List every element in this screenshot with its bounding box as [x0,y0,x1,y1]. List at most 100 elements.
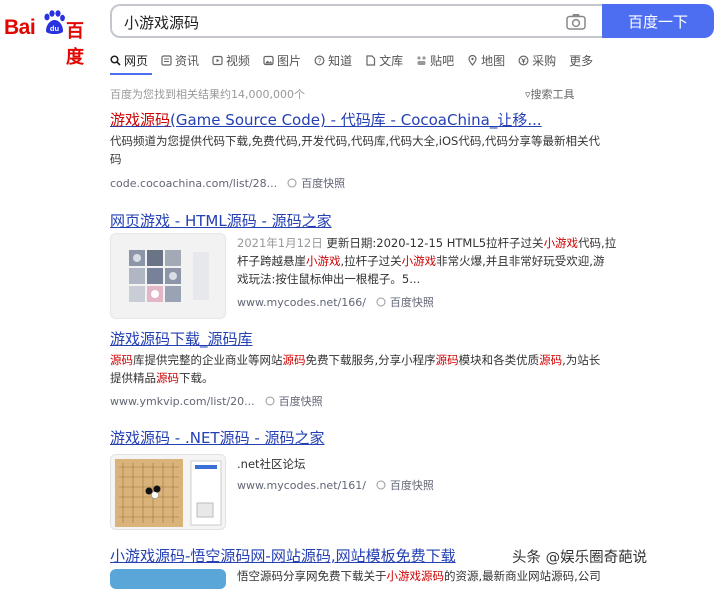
desc-highlight: 小游戏 [306,254,341,268]
result-url[interactable]: www.mycodes.net/161/ [237,479,366,492]
desc-highlight: 源码 [156,371,179,385]
desc-line: 源码库提供完整的企业商业等网站源码免费下载服务,分享小程序源码模块和各类优质源码… [110,351,610,369]
snapshot-link[interactable]: 百度快照 [287,175,345,191]
tab-zhidao[interactable]: ? 知道 [314,50,352,70]
snapshot-label: 百度快照 [389,479,434,492]
desc-line: 2021年1月12日 更新日期:2020-12-15 HTML5拉杆子过关小游戏… [237,234,616,252]
desc-highlight: 小游戏 [543,236,579,250]
desc-text: 模块和各类优质 [458,353,540,367]
result-thumbnail[interactable] [110,454,226,530]
desc-highlight: 源码 [282,353,306,367]
desc-text: 免费下载服务,分享小程序 [305,353,436,367]
video-icon [212,55,223,65]
tab-label: 更多 [569,53,594,68]
tab-more[interactable]: 更多 [569,50,593,70]
search-input[interactable]: 小游戏源码 [110,4,602,38]
result-title[interactable]: 游戏源码(Game Source Code) - 代码库 - CocoaChin… [110,109,542,130]
desc-line: 戏玩法:按住鼠标伸出一根棍子。5... [237,272,421,286]
search-tabs: 网页 资讯 视频 图片 ? 知道 文库 贴吧 地图 采购 更多 [110,50,606,70]
tab-tieba[interactable]: 贴吧 [416,50,454,70]
result-title[interactable]: 小游戏源码-悟空源码网-网站源码,网站模板免费下载 [110,545,456,566]
desc-highlight: 小游戏 [401,254,437,268]
snapshot-link[interactable]: 百度快照 [376,294,434,310]
desc-text: 代码,拉 [578,236,617,250]
purchase-icon [518,54,529,66]
logo-paw-text: du [50,24,60,33]
snapshot-icon [265,396,275,406]
gomoku-board-thumbnail [115,459,222,527]
map-icon [468,54,477,66]
desc-text: 库提供完整的企业商业等网站 [133,353,283,367]
search-tools-button[interactable]: ▿搜索工具 [525,86,575,102]
baidu-logo[interactable]: Bai du 百度 [4,7,98,68]
result-thumbnail[interactable] [110,233,226,319]
doc-icon [366,54,376,66]
news-icon [161,54,172,66]
tab-map[interactable]: 地图 [467,50,505,70]
result-desc: 悟空源码分享网免费下载关于小游戏源码的资源,最新商业网站源码,公司 [237,567,601,585]
tab-purchase[interactable]: 采购 [518,50,556,70]
result-url[interactable]: www.ymkvip.com/list/20... [110,395,255,408]
title-text: (Game Source Code) - 代码库 - CocoaChina_让移… [170,111,542,129]
puzzle-game-thumbnail [129,250,209,302]
desc-text: ,为站长 [562,353,601,367]
search-icon [110,54,121,66]
desc-text: ,拉杆子过关 [340,254,402,268]
snapshot-icon [376,480,386,490]
result-date: 2021年1月12日 [237,236,323,250]
result-count: 百度为您找到相关结果约14,000,000个 [110,88,305,101]
question-icon: ? [314,54,325,66]
result-desc: .net社区论坛 [237,457,306,471]
desc-highlight: 源码 [435,353,459,367]
tab-label: 采购 [532,53,557,68]
title-highlight: 游戏源码 [110,111,171,129]
logo-text-cn: 百度 [66,21,84,68]
tab-label: 贴吧 [430,53,455,68]
search-query[interactable]: 小游戏源码 [124,12,199,33]
camera-icon[interactable] [566,13,586,30]
result-url-row: www.ymkvip.com/list/20... 百度快照 [110,393,323,409]
result-url-row: www.mycodes.net/161/ 百度快照 [237,477,434,493]
result-title[interactable]: 网页游戏 - HTML源码 - 源码之家 [110,210,332,231]
snapshot-label: 百度快照 [301,177,346,190]
result-thumbnail[interactable] [110,569,226,589]
snapshot-link[interactable]: 百度快照 [376,477,434,493]
tab-wenku[interactable]: 文库 [365,50,403,70]
desc-line: 杆子跨越悬崖小游戏,拉杆子过关小游戏非常火爆,并且非常好玩受欢迎,游 [237,252,607,270]
result-desc: 源码库提供完整的企业商业等网站源码免费下载服务,分享小程序源码模块和各类优质源码… [110,351,610,387]
tab-label: 知道 [328,53,353,68]
result-desc: 2021年1月12日 更新日期:2020-12-15 HTML5拉杆子过关小游戏… [237,234,616,288]
image-icon [263,55,274,65]
tab-label: 地图 [481,53,506,68]
desc-line: 提供精品源码下载。 [110,369,610,387]
logo-text-latin: Bai [4,16,36,39]
desc-text: 更新日期:2020-12-15 HTML5拉杆子过关 [326,236,544,250]
tab-label: 视频 [226,53,251,68]
desc-highlight: 源码 [110,353,133,367]
result-url[interactable]: code.cocoachina.com/list/28... [110,177,277,190]
tab-label: 文库 [379,53,404,68]
tab-label: 图片 [277,53,302,68]
svg-text:?: ? [318,58,322,65]
tab-video[interactable]: 视频 [212,50,250,70]
desc-text: 下载。 [179,371,214,385]
tieba-icon [417,55,426,65]
desc-line: 码 [110,152,122,166]
desc-highlight: 源码 [539,353,563,367]
result-title[interactable]: 游戏源码 - .NET源码 - 源码之家 [110,427,325,448]
result-desc: 代码频道为您提供代码下载,免费代码,开发代码,代码库,代码大全,iOS代码,代码… [110,132,610,168]
result-title[interactable]: 游戏源码下载_源码库 [110,328,253,349]
active-tab-indicator [110,73,152,75]
watermark-text: 头条 @娱乐圈奇葩说 [512,550,648,566]
tab-label: 资讯 [175,53,200,68]
tab-images[interactable]: 图片 [263,50,301,70]
result-url-row: code.cocoachina.com/list/28... 百度快照 [110,175,345,191]
snapshot-link[interactable]: 百度快照 [265,393,323,409]
snapshot-icon [287,178,297,188]
search-button[interactable]: 百度一下 [602,4,714,38]
tab-news[interactable]: 资讯 [161,50,199,70]
baidu-paw-icon: du [44,10,65,34]
result-url[interactable]: www.mycodes.net/166/ [237,296,366,309]
tab-label: 网页 [124,53,149,68]
tab-web[interactable]: 网页 [110,50,148,70]
